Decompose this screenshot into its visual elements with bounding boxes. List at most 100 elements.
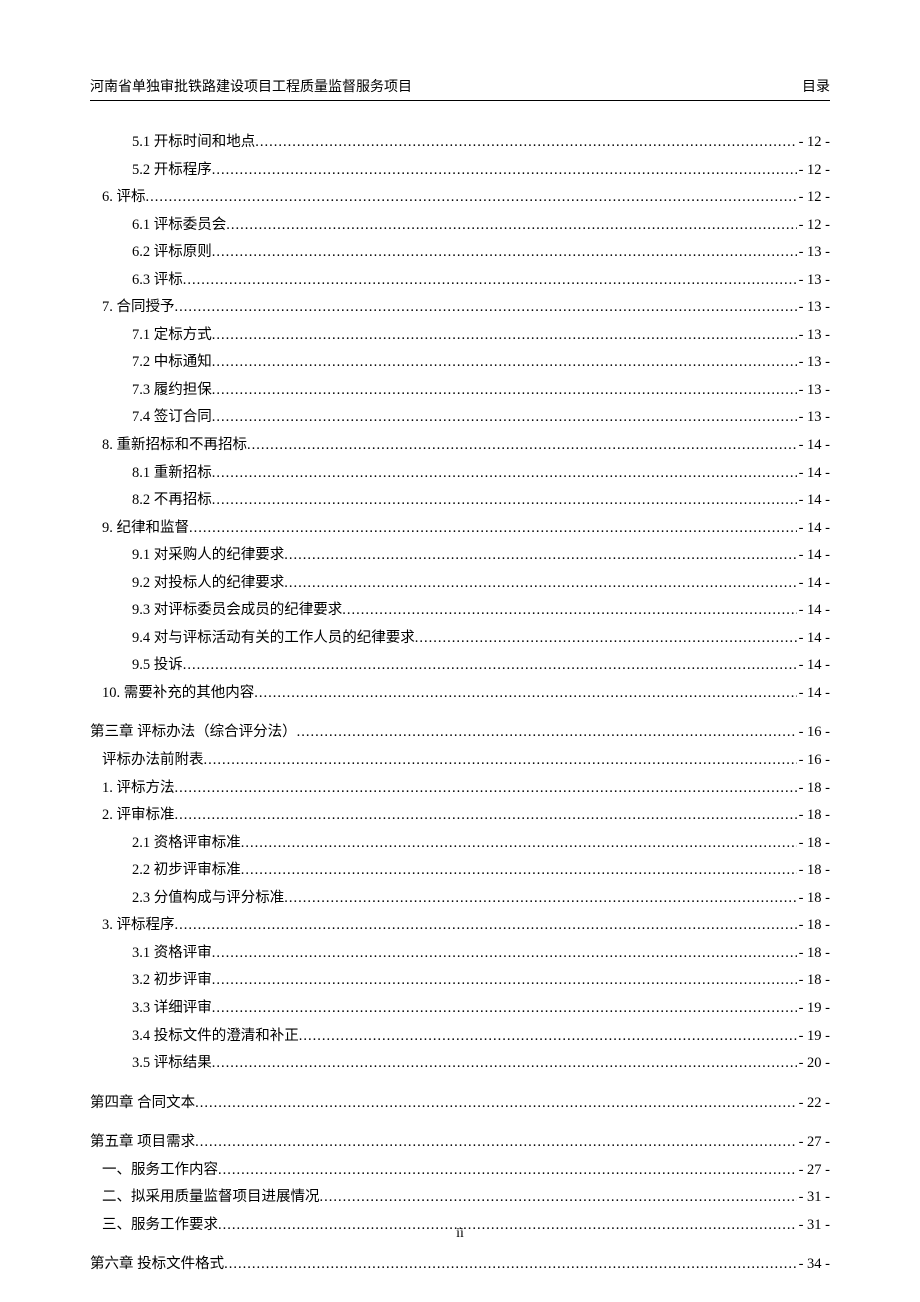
toc-entry[interactable]: 9.3 对评标委员会成员的纪律要求.......................… xyxy=(90,597,830,625)
toc-entry[interactable]: 6.2 评标原则................................… xyxy=(90,239,830,267)
toc-entry[interactable]: 6.1 评标委员会...............................… xyxy=(90,212,830,240)
toc-leader-dots: ........................................… xyxy=(415,625,797,653)
toc-entry[interactable]: 2.1 资格评审标准..............................… xyxy=(90,830,830,858)
toc-page: - 18 - xyxy=(797,857,830,885)
toc-page: - 12 - xyxy=(797,129,830,157)
toc-entry[interactable]: 6. 评标...................................… xyxy=(90,184,830,212)
toc-entry[interactable]: 6.3 评标..................................… xyxy=(90,267,830,295)
toc-entry[interactable]: 9.5 投诉..................................… xyxy=(90,652,830,680)
toc-entry[interactable]: 第五章 项目需求................................… xyxy=(90,1129,830,1157)
toc-leader-dots: ........................................… xyxy=(320,1184,797,1212)
toc-entry[interactable]: 7.4 签订合同................................… xyxy=(90,404,830,432)
toc-label: 9.2 对投标人的纪律要求 xyxy=(132,570,284,598)
toc-entry[interactable]: 2. 评审标准.................................… xyxy=(90,802,830,830)
toc-leader-dots: ........................................… xyxy=(241,830,797,858)
toc-entry[interactable]: 2.2 初步评审标准..............................… xyxy=(90,857,830,885)
toc-leader-dots: ........................................… xyxy=(212,157,797,185)
toc-entry[interactable]: 5.1 开标时间和地点.............................… xyxy=(90,129,830,157)
toc-entry[interactable]: 7.1 定标方式................................… xyxy=(90,322,830,350)
toc-page: - 18 - xyxy=(797,940,830,968)
toc-entry[interactable]: 1. 评标方法.................................… xyxy=(90,775,830,803)
toc-entry[interactable]: 7. 合同授予.................................… xyxy=(90,294,830,322)
toc-label: 7.1 定标方式 xyxy=(132,322,212,350)
toc-entry[interactable]: 第六章 投标文件格式..............................… xyxy=(90,1251,830,1279)
toc-leader-dots: ........................................… xyxy=(255,129,796,157)
toc-label: 8.2 不再招标 xyxy=(132,487,212,515)
toc-entry[interactable]: 第三章 评标办法（综合评分法）.........................… xyxy=(90,719,830,747)
toc-entry[interactable]: 8.1 重新招标................................… xyxy=(90,460,830,488)
toc-entry[interactable]: 二、拟采用质量监督项目进展情况.........................… xyxy=(90,1184,830,1212)
toc-entry[interactable]: 3.1 资格评审................................… xyxy=(90,940,830,968)
toc-entry[interactable]: 8. 重新招标和不再招标............................… xyxy=(90,432,830,460)
toc-entry[interactable]: 第四章 合同文本................................… xyxy=(90,1090,830,1118)
toc-page: - 14 - xyxy=(797,597,830,625)
toc-label: 6.1 评标委员会 xyxy=(132,212,226,240)
toc-entry[interactable]: 8.2 不再招标................................… xyxy=(90,487,830,515)
toc-entry[interactable]: 7.2 中标通知................................… xyxy=(90,349,830,377)
toc-entry[interactable]: 5.2 开标程序................................… xyxy=(90,157,830,185)
toc-entry[interactable]: 7.3 履约担保................................… xyxy=(90,377,830,405)
toc-leader-dots: ........................................… xyxy=(183,267,797,295)
toc-entry[interactable]: 3. 评标程序.................................… xyxy=(90,912,830,940)
toc-label: 7.3 履约担保 xyxy=(132,377,212,405)
toc-page: - 27 - xyxy=(797,1157,830,1185)
toc-leader-dots: ........................................… xyxy=(284,885,796,913)
toc-entry[interactable]: 9. 纪律和监督................................… xyxy=(90,515,830,543)
toc-leader-dots: ........................................… xyxy=(195,1090,796,1118)
toc-page: - 13 - xyxy=(797,349,830,377)
toc-page: - 14 - xyxy=(797,680,830,708)
toc-entry[interactable]: 3.3 详细评审................................… xyxy=(90,995,830,1023)
toc-entry[interactable]: 2.3 分值构成与评分标准...........................… xyxy=(90,885,830,913)
toc-leader-dots: ........................................… xyxy=(204,747,797,775)
toc-label: 9.3 对评标委员会成员的纪律要求 xyxy=(132,597,342,625)
toc-entry[interactable]: 3.5 评标结果................................… xyxy=(90,1050,830,1078)
toc-leader-dots: ........................................… xyxy=(342,597,796,625)
toc-entry[interactable]: 10. 需要补充的其他内容...........................… xyxy=(90,680,830,708)
toc-page: - 34 - xyxy=(797,1251,830,1279)
toc-entry[interactable]: 一、服务工作内容................................… xyxy=(90,1157,830,1185)
toc-label: 9.4 对与评标活动有关的工作人员的纪律要求 xyxy=(132,625,415,653)
toc-page: - 13 - xyxy=(797,404,830,432)
toc-label: 5.2 开标程序 xyxy=(132,157,212,185)
toc-page: - 14 - xyxy=(797,515,830,543)
toc-label: 8. 重新招标和不再招标 xyxy=(102,432,247,460)
toc-label: 7. 合同授予 xyxy=(102,294,175,322)
toc-label: 1. 评标方法 xyxy=(102,775,175,803)
toc-label: 第六章 投标文件格式 xyxy=(90,1251,224,1279)
toc-page: - 12 - xyxy=(797,157,830,185)
toc-leader-dots: ........................................… xyxy=(175,775,797,803)
toc-entry[interactable]: 9.4 对与评标活动有关的工作人员的纪律要求..................… xyxy=(90,625,830,653)
toc-label: 二、拟采用质量监督项目进展情况 xyxy=(102,1184,320,1212)
toc-entry[interactable]: 3.4 投标文件的澄清和补正..........................… xyxy=(90,1023,830,1051)
toc-label: 7.2 中标通知 xyxy=(132,349,212,377)
toc-leader-dots: ........................................… xyxy=(254,680,796,708)
toc-page: - 20 - xyxy=(797,1050,830,1078)
toc-page: - 14 - xyxy=(797,570,830,598)
toc-label: 9.5 投诉 xyxy=(132,652,183,680)
toc-label: 评标办法前附表 xyxy=(102,747,204,775)
toc-label: 5.1 开标时间和地点 xyxy=(132,129,255,157)
toc-leader-dots: ........................................… xyxy=(212,487,797,515)
toc-entry[interactable]: 9.2 对投标人的纪律要求...........................… xyxy=(90,570,830,598)
toc-page: - 18 - xyxy=(797,885,830,913)
toc-entry[interactable]: 9.1 对采购人的纪律要求...........................… xyxy=(90,542,830,570)
toc-page: - 22 - xyxy=(797,1090,830,1118)
toc-page: - 13 - xyxy=(797,267,830,295)
toc-leader-dots: ........................................… xyxy=(175,912,797,940)
toc-page: - 12 - xyxy=(797,212,830,240)
page-number: ii xyxy=(0,1226,920,1242)
toc-label: 7.4 签订合同 xyxy=(132,404,212,432)
toc-entry[interactable]: 3.2 初步评审................................… xyxy=(90,967,830,995)
toc-label: 3.2 初步评审 xyxy=(132,967,212,995)
toc-leader-dots: ........................................… xyxy=(212,967,797,995)
toc-page: - 14 - xyxy=(797,625,830,653)
toc-label: 6.2 评标原则 xyxy=(132,239,212,267)
toc-page: - 14 - xyxy=(797,652,830,680)
toc-page: - 12 - xyxy=(797,184,830,212)
toc-leader-dots: ........................................… xyxy=(195,1129,796,1157)
toc-leader-dots: ........................................… xyxy=(212,940,797,968)
toc-entry[interactable]: 评标办法前附表.................................… xyxy=(90,747,830,775)
toc-label: 2.1 资格评审标准 xyxy=(132,830,241,858)
toc-page: - 13 - xyxy=(797,239,830,267)
toc-label: 2.3 分值构成与评分标准 xyxy=(132,885,284,913)
